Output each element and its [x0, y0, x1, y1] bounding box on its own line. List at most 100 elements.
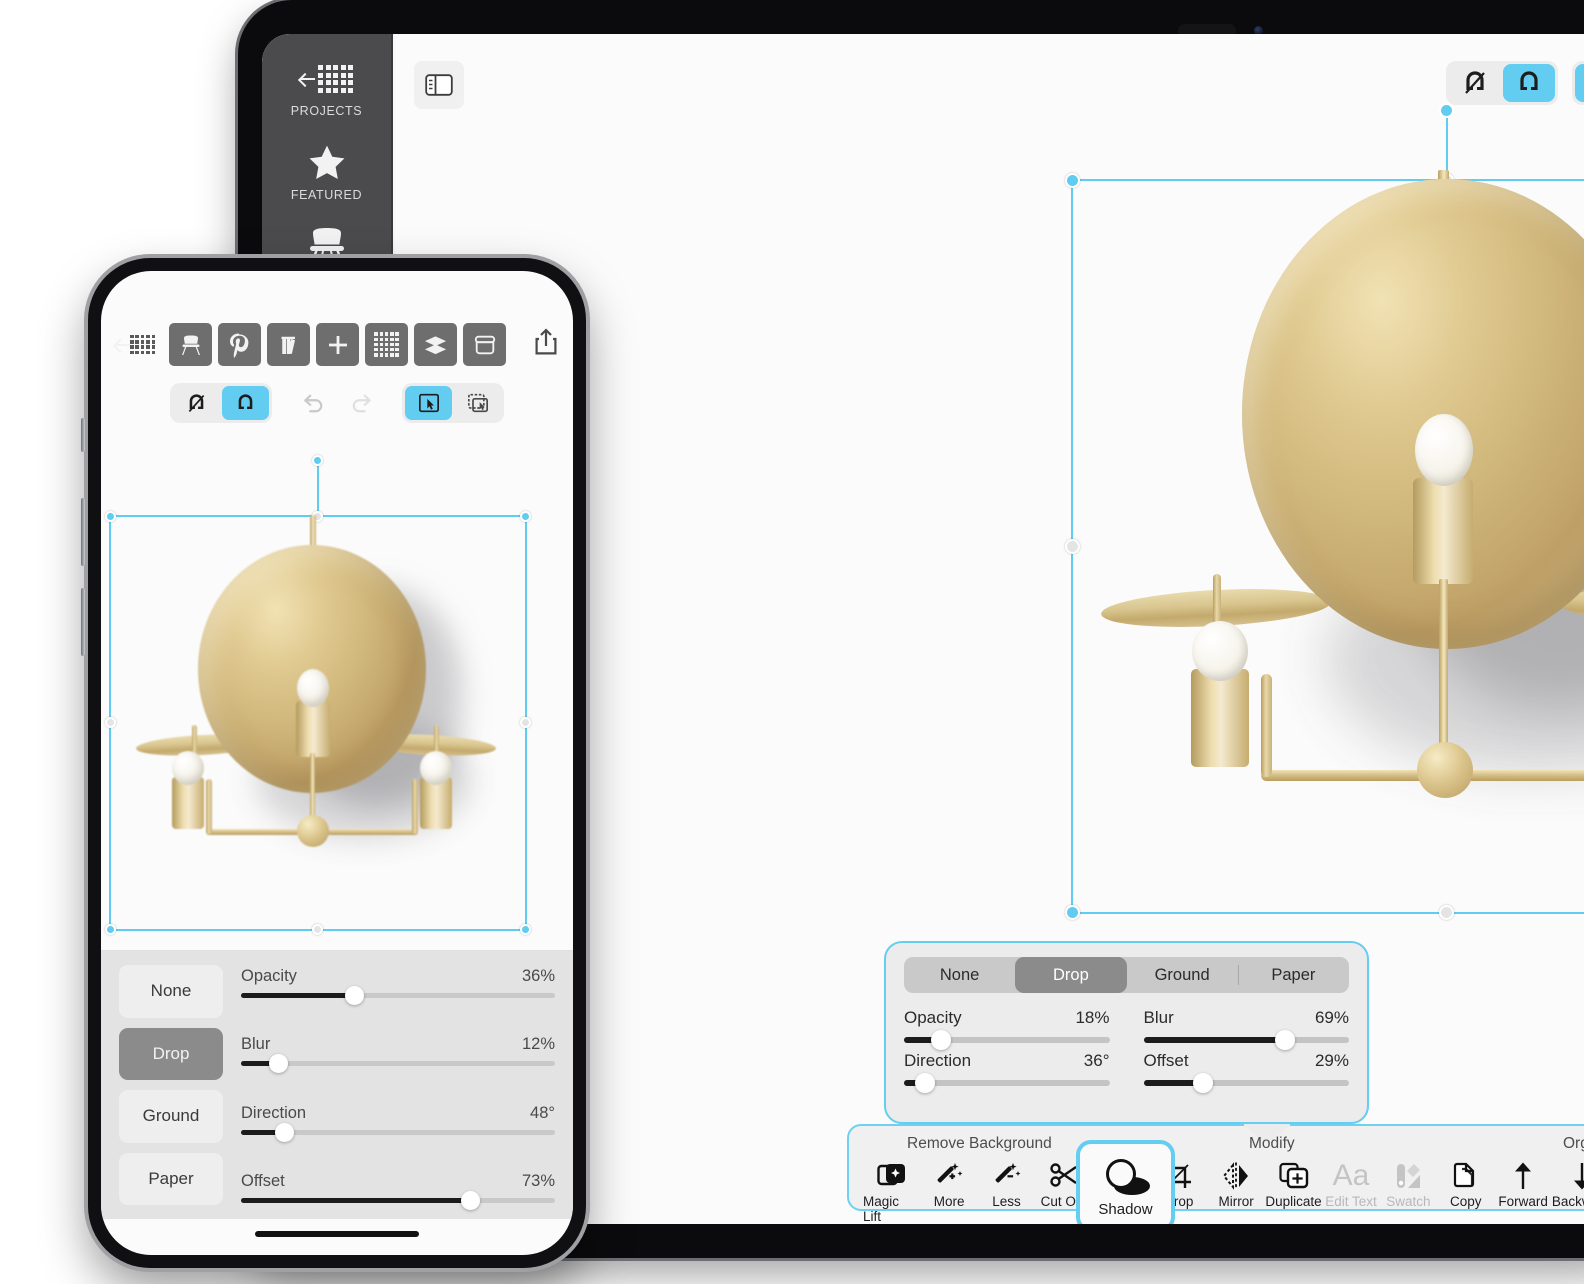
slider-track[interactable] — [241, 1190, 555, 1210]
brass-chandelier-artwork[interactable] — [1095, 74, 1584, 894]
slider-fill — [241, 1197, 471, 1203]
sidebar-item-label: PROJECTS — [290, 104, 363, 118]
slider-fill — [1143, 1037, 1286, 1043]
shadow-mode-drop[interactable]: Drop — [119, 1027, 223, 1080]
phone-silent-switch[interactable] — [81, 418, 85, 452]
slider-knob[interactable] — [344, 986, 364, 1005]
resize-handle-bottom-center[interactable] — [312, 924, 323, 935]
chair-product-icon[interactable] — [169, 323, 213, 366]
resize-handle-right-center[interactable] — [520, 717, 531, 728]
screenshot-stage: PROJECTS FEATURED None Drop Ground Paper… — [0, 0, 1584, 1284]
slider-knob[interactable] — [1275, 1030, 1296, 1050]
shadow-mode-none[interactable]: None — [904, 957, 1015, 993]
phone-snap-group — [170, 383, 272, 423]
phone-screen: None Drop Ground Paper Opacity 36% Blur … — [101, 271, 573, 1255]
resize-handle-left-center[interactable] — [1065, 538, 1080, 554]
toolbar-item-copy[interactable]: Copy — [1437, 1158, 1494, 1224]
resize-handle-bottom-left[interactable] — [1065, 905, 1080, 920]
resize-handle-top-left[interactable] — [105, 511, 116, 522]
resize-handle-left-center[interactable] — [105, 717, 116, 728]
shadow-mode-paper[interactable]: Paper — [1237, 957, 1349, 993]
undo-icon[interactable] — [289, 386, 336, 420]
slider-direction: Direction 48° — [241, 1104, 555, 1142]
slider-knob[interactable] — [914, 1073, 935, 1093]
resize-handle-bottom-left[interactable] — [105, 924, 116, 935]
phone-volume-down-button[interactable] — [81, 588, 85, 656]
scissors-icon — [1049, 1158, 1079, 1191]
lamp-right-bulb — [420, 751, 452, 785]
shadow-mode-paper[interactable]: Paper — [119, 1152, 223, 1205]
slider-opacity: Opacity 36% — [241, 967, 555, 1005]
toolbar-item-label: Copy — [1450, 1194, 1482, 1209]
toolbar-item-shadow[interactable]: Shadow — [1076, 1140, 1175, 1224]
slider-track[interactable] — [1143, 1030, 1349, 1050]
toolbar-item-more[interactable]: More — [920, 1158, 977, 1224]
lamp-center-bulb — [297, 669, 329, 707]
redo-icon[interactable] — [338, 386, 385, 420]
slider-knob[interactable] — [275, 1122, 295, 1142]
pinterest-icon[interactable] — [218, 323, 262, 366]
resize-handle-bottom-center[interactable] — [1439, 905, 1454, 920]
shadow-mode-drop[interactable]: Drop — [1015, 957, 1127, 993]
slider-blur: Blur 69% — [1143, 1008, 1349, 1050]
slider-track[interactable] — [904, 1030, 1110, 1050]
bucket-icon[interactable] — [463, 323, 507, 366]
phone-top-toolbar — [101, 323, 573, 366]
sidebar-panel-icon[interactable] — [414, 61, 464, 109]
slider-track[interactable] — [241, 1122, 555, 1142]
library-books-icon[interactable] — [267, 323, 311, 366]
slider-label: Blur — [1143, 1008, 1174, 1027]
resize-handle-top-right[interactable] — [520, 511, 531, 522]
toolbar-item-magic-lift[interactable]: Magic Lift — [863, 1158, 920, 1224]
duplicate-icon — [1278, 1158, 1309, 1191]
multi-select-icon[interactable] — [454, 386, 501, 420]
slider-track[interactable] — [1143, 1073, 1349, 1093]
toolbar-item-label: More — [933, 1194, 965, 1209]
sidebar-item-projects[interactable]: PROJECTS — [262, 34, 391, 118]
phone-home-indicator[interactable] — [255, 1231, 419, 1237]
phone-volume-up-button[interactable] — [81, 498, 85, 566]
resize-handle-top-left[interactable] — [1065, 173, 1080, 188]
toolbar-item-mirror[interactable]: Mirror — [1207, 1158, 1264, 1224]
lamp-center-socket — [296, 701, 330, 757]
phone-select-group — [402, 383, 504, 423]
slider-knob[interactable] — [460, 1190, 480, 1210]
plus-icon[interactable] — [316, 323, 360, 366]
magnet-on-icon[interactable] — [222, 386, 269, 420]
layers-icon[interactable] — [414, 323, 458, 366]
toolbar-item-swatch[interactable]: Swatch — [1380, 1158, 1437, 1224]
slider-knob[interactable] — [930, 1030, 951, 1050]
brass-chandelier-artwork[interactable] — [116, 493, 520, 913]
phone-history-group — [286, 383, 388, 423]
toolbar-item-label: Less — [992, 1194, 1021, 1209]
shadow-mode-ground[interactable]: Ground — [1127, 957, 1238, 993]
share-icon[interactable] — [533, 327, 559, 362]
rotation-handle[interactable] — [312, 455, 323, 466]
slider-track[interactable] — [241, 1054, 555, 1074]
toolbar-item-edit-text[interactable]: Aa Edit Text — [1322, 1158, 1379, 1224]
slider-knob[interactable] — [1193, 1073, 1214, 1093]
shadow-mode-ground[interactable]: Ground — [119, 1090, 223, 1143]
slider-knob[interactable] — [269, 1054, 289, 1074]
toolbar-item-forward[interactable]: Forward — [1494, 1158, 1551, 1224]
toolbar-item-label: Swatch — [1386, 1194, 1431, 1209]
slider-label: Blur — [241, 1035, 271, 1054]
toolbar-items: Magic Lift More Less Cut Out Crop Mirror… — [849, 1158, 1584, 1224]
toolbar-item-backward[interactable]: Backward — [1552, 1158, 1584, 1224]
sidebar-item-featured[interactable]: FEATURED — [262, 118, 391, 202]
slider-track[interactable] — [904, 1073, 1110, 1093]
lamp-left-arm — [206, 779, 212, 834]
magnet-off-icon[interactable] — [173, 386, 220, 420]
select-tool-icon[interactable] — [405, 386, 452, 420]
shadow-mode-none[interactable]: None — [119, 965, 223, 1018]
slider-track[interactable] — [241, 986, 555, 1005]
resize-handle-bottom-right[interactable] — [520, 924, 531, 935]
shadow-icon — [1100, 1155, 1152, 1197]
phone-shadow-panel: None Drop Ground Paper Opacity 36% Blur … — [101, 951, 573, 1219]
grid-icon[interactable] — [365, 323, 409, 366]
toolbar-item-duplicate[interactable]: Duplicate — [1265, 1158, 1322, 1224]
toolbar-section-modify: Modify — [1249, 1135, 1295, 1152]
toolbar-item-less[interactable]: Less — [978, 1158, 1035, 1224]
grid-back-icon[interactable] — [115, 334, 156, 355]
phone-shadow-sliders: Opacity 36% Blur 12% Direction 48° Offse… — [241, 965, 555, 1210]
